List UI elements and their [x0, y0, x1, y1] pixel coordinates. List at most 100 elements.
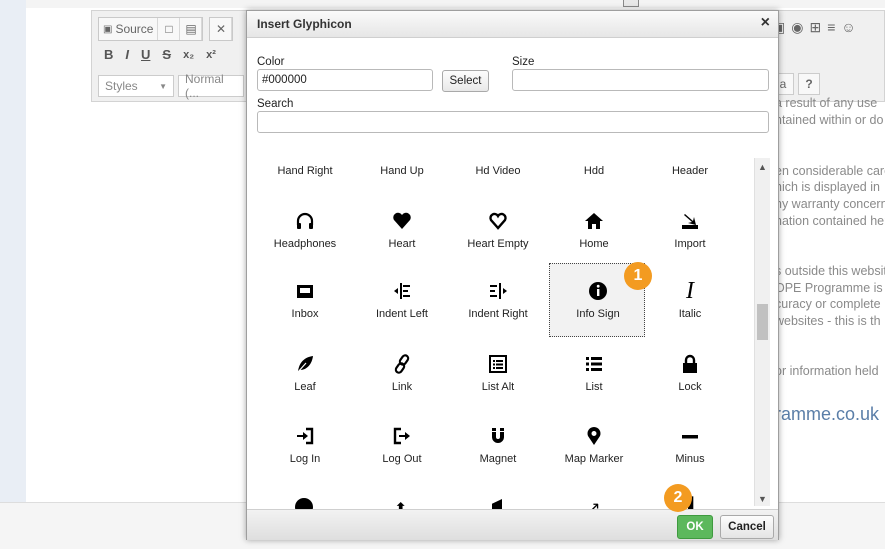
- glyph-cell-header[interactable]: Header: [642, 157, 738, 183]
- glyph-label: Heart Empty: [467, 238, 529, 250]
- glyph-label: Indent Left: [376, 308, 428, 320]
- inbox-icon: [257, 279, 353, 303]
- table-icon[interactable]: ⊞: [809, 19, 821, 36]
- select-button-label: Select: [449, 75, 482, 87]
- underline-button[interactable]: U: [135, 47, 156, 62]
- search-label: Search: [257, 98, 294, 110]
- cut-icon: ✕: [215, 22, 227, 36]
- glyph-cell-italic[interactable]: I Italic: [642, 267, 738, 335]
- insert-glyphicon-dialog: Insert Glyphicon × Color Select Size Sea…: [246, 10, 779, 540]
- glyph-cell-magnet[interactable]: Magnet: [450, 412, 546, 480]
- cut-button[interactable]: ✕: [210, 18, 233, 40]
- step-badge-2: 2: [664, 484, 692, 512]
- chevron-down-icon: ▼: [159, 81, 167, 91]
- glyph-cell-log-out[interactable]: Log Out: [354, 412, 450, 480]
- glyph-cell-indent-right[interactable]: Indent Right: [450, 267, 546, 335]
- source-icon: ▣: [103, 23, 113, 35]
- dialog-header: Insert Glyphicon ×: [247, 11, 778, 38]
- glyph-label: Italic: [678, 308, 702, 320]
- glyph-label: List: [585, 381, 603, 393]
- italic-button[interactable]: I: [119, 47, 135, 62]
- glyph-label: Headphones: [273, 238, 337, 250]
- toolbar-group-clipboard: ✕: [209, 17, 234, 41]
- close-icon[interactable]: ×: [761, 14, 770, 32]
- glyph-cell-map-marker[interactable]: Map Marker: [546, 412, 642, 480]
- new-page-button[interactable]: □: [158, 18, 181, 40]
- help-label: ?: [805, 77, 813, 91]
- glyph-cell-indent-left[interactable]: Indent Left: [354, 267, 450, 335]
- glyph-label: Link: [391, 381, 413, 393]
- home-icon: [546, 209, 642, 233]
- glyph-cell-heart-empty[interactable]: Heart Empty: [450, 197, 546, 265]
- glyph-cell-lock[interactable]: Lock: [642, 340, 738, 408]
- bg-text-line: or information held: [775, 364, 879, 378]
- bg-text-line: hich is displayed in: [775, 180, 880, 194]
- heart-icon: [354, 209, 450, 233]
- glyph-cell-import[interactable]: Import: [642, 197, 738, 265]
- glyph-cell-leaf[interactable]: Leaf: [257, 340, 353, 408]
- scroll-thumb[interactable]: [757, 304, 768, 340]
- size-input[interactable]: [512, 69, 769, 91]
- flash-icon[interactable]: ◉: [791, 19, 803, 36]
- toolbar-right-row3: a ?: [772, 73, 820, 95]
- search-input[interactable]: [257, 111, 769, 133]
- strike-button[interactable]: S: [156, 47, 177, 62]
- styles-label: Styles: [105, 79, 138, 93]
- source-button[interactable]: ▣ Source: [99, 18, 159, 40]
- glyph-cell-hdd[interactable]: Hdd: [546, 157, 642, 183]
- glyph-cell-log-in[interactable]: Log In: [257, 412, 353, 480]
- heart-empty-icon: [450, 209, 546, 233]
- superscript-button[interactable]: x²: [200, 49, 222, 61]
- link-icon: [354, 352, 450, 376]
- styles-select[interactable]: Styles ▼: [98, 75, 174, 97]
- glyph-label: Log In: [289, 453, 321, 465]
- glyph-cell-hd-video[interactable]: Hd Video: [450, 157, 546, 183]
- glyph-scrollbar[interactable]: ▲ ▼: [754, 158, 770, 506]
- ok-button[interactable]: OK: [677, 515, 713, 539]
- partial-glyph-icon: [295, 498, 313, 509]
- scroll-up-icon[interactable]: ▲: [755, 162, 770, 172]
- glyph-cell-link[interactable]: Link: [354, 340, 450, 408]
- leaf-icon: [257, 352, 353, 376]
- glyph-label: Hand Right: [277, 165, 333, 177]
- minus-icon: [642, 424, 738, 448]
- glyph-label: Info Sign: [576, 308, 620, 320]
- horizontal-rule-icon[interactable]: ≡: [827, 19, 835, 36]
- list-alt-icon: [450, 352, 546, 376]
- glyph-label: Home: [579, 238, 609, 250]
- map-marker-icon: [546, 424, 642, 448]
- scroll-down-icon[interactable]: ▼: [755, 494, 770, 504]
- color-input[interactable]: [257, 69, 433, 91]
- glyph-cell-heart[interactable]: Heart: [354, 197, 450, 265]
- source-label: Source: [115, 22, 154, 36]
- glyph-cell-list[interactable]: List: [546, 340, 642, 408]
- format-select[interactable]: Normal (...: [178, 72, 244, 100]
- top-icon: [623, 0, 639, 7]
- bg-website-link[interactable]: ramme.co.uk: [775, 404, 879, 425]
- smiley-icon[interactable]: ☺: [841, 19, 855, 36]
- glyph-cell-headphones[interactable]: Headphones: [257, 197, 353, 265]
- glyph-cell-hand-up[interactable]: Hand Up: [354, 157, 450, 183]
- glyph-cell-list-alt[interactable]: List Alt: [450, 340, 546, 408]
- dialog-title: Insert Glyphicon: [257, 17, 352, 31]
- glyph-cell-home[interactable]: Home: [546, 197, 642, 265]
- bold-button[interactable]: B: [98, 47, 119, 62]
- subscript-button[interactable]: x₂: [177, 49, 200, 61]
- glyph-label: Hdd: [583, 165, 605, 177]
- page-left-stripe: [0, 0, 26, 548]
- toolbar-row-1: ▣ Source □ ▤ ✕: [98, 17, 239, 41]
- help-button[interactable]: ?: [798, 73, 820, 95]
- partial-glyph-icon: [492, 499, 502, 509]
- templates-button[interactable]: ▤: [180, 18, 203, 40]
- glyph-cell-inbox[interactable]: Inbox: [257, 267, 353, 335]
- glyph-label: Magnet: [479, 453, 517, 465]
- bg-text-line: ntained within or do: [775, 113, 884, 127]
- glyph-cell-hand-right[interactable]: Hand Right: [257, 157, 353, 183]
- select-color-button[interactable]: Select: [442, 70, 489, 92]
- color-label: Color: [257, 56, 285, 68]
- glyph-label: Hand Up: [380, 165, 424, 177]
- cancel-button[interactable]: Cancel: [720, 515, 774, 539]
- glyph-label: Import: [674, 238, 706, 250]
- glyph-cell-minus[interactable]: Minus: [642, 412, 738, 480]
- bg-text-line: ny warranty concern: [775, 197, 885, 211]
